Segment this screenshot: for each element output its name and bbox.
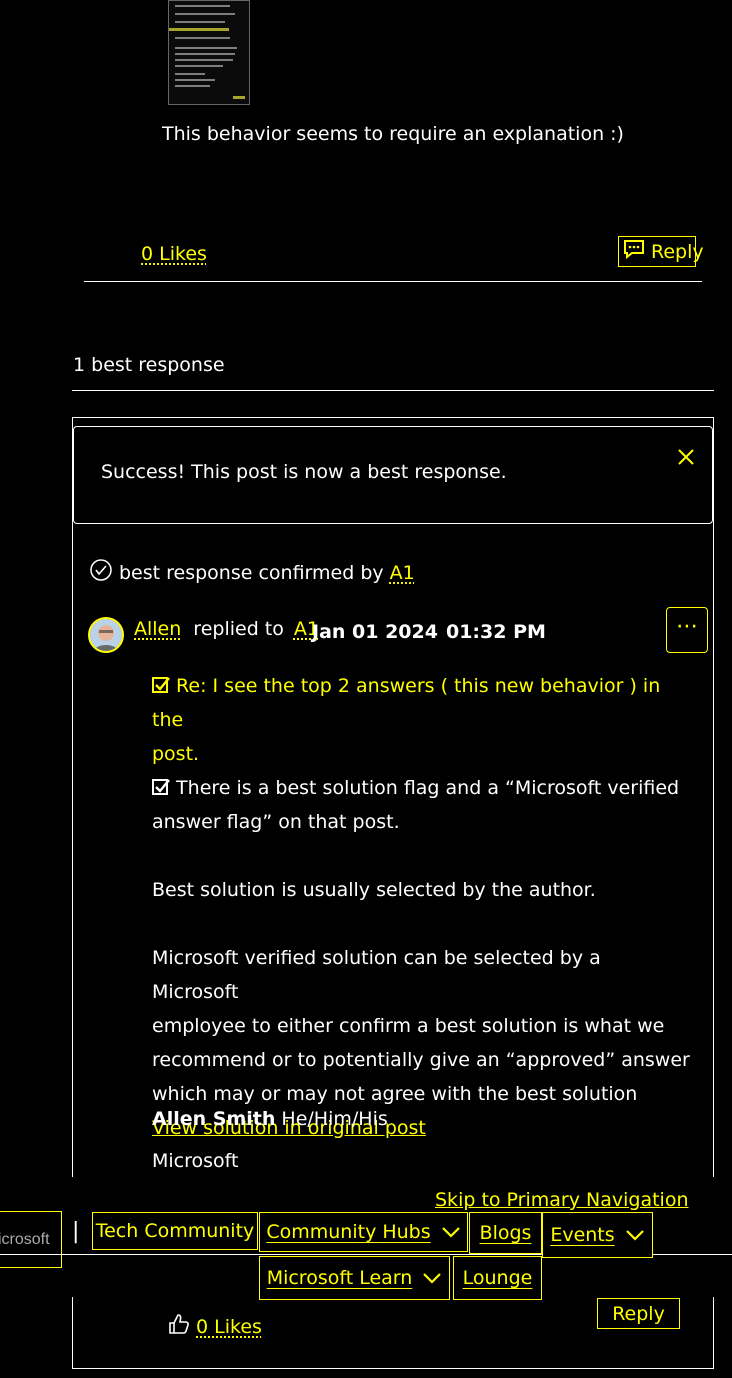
nav-blogs[interactable]: Blogs	[469, 1212, 542, 1254]
signature-pronouns: He/Him/His	[281, 1108, 388, 1130]
more-options-button[interactable]: ⋯	[666, 607, 708, 653]
comment-icon	[623, 239, 645, 264]
best-response-heading: 1 best response	[73, 354, 225, 376]
paragraph-line: employee to either confirm a best soluti…	[152, 1015, 665, 1037]
confirmed-text: best response confirmed by	[119, 561, 384, 584]
likes-link[interactable]: 0 Likes	[196, 1316, 262, 1338]
nav-community-hubs[interactable]: Community Hubs	[259, 1212, 468, 1252]
paragraph-line: Microsoft verified solution can be selec…	[152, 947, 601, 1003]
flag-line-2: answer flag” on that post.	[152, 811, 400, 833]
nav-events[interactable]: Events	[542, 1212, 653, 1258]
reply-label: Reply	[651, 240, 704, 263]
post-date: Jan 01 2024	[312, 621, 438, 643]
signature-company: Microsoft	[152, 1150, 239, 1172]
paragraph: Best solution is usually selected by the…	[152, 879, 596, 901]
chevron-down-icon	[625, 1224, 645, 1246]
flag-line: There is a best solution flag and a “Mic…	[152, 771, 692, 805]
microsoft-logo-link[interactable]: icrosoft	[0, 1211, 62, 1268]
quote-line: Re: I see the top 2 answers ( this new b…	[152, 675, 661, 731]
chevron-down-icon	[441, 1221, 461, 1243]
checkbox-icon	[152, 777, 176, 799]
likes-link[interactable]: 0 Likes	[141, 243, 207, 265]
replied-to-label: replied to	[193, 618, 284, 640]
post-time: 01:32 PM	[445, 621, 546, 643]
toast-message: Success! This post is now a best respons…	[101, 461, 507, 483]
post-screenshot-image[interactable]	[168, 0, 250, 105]
reply-button[interactable]: Reply	[618, 236, 704, 267]
chevron-down-icon	[422, 1267, 442, 1289]
signature-name: Allen Smith	[152, 1108, 276, 1130]
paragraph-line: recommend or to potentially give an “app…	[152, 1049, 690, 1071]
logo-text: icrosoft	[0, 1231, 50, 1248]
author-link[interactable]: Allen	[134, 618, 181, 640]
check-circle-icon	[89, 558, 113, 587]
checkbox-icon	[152, 675, 176, 697]
divider	[72, 390, 714, 391]
divider	[84, 281, 702, 282]
quote-line-2: post.	[152, 743, 200, 765]
paragraph-line: which may or may not agree with the best…	[152, 1083, 638, 1105]
site-title-link[interactable]: Tech Community	[92, 1212, 258, 1250]
ellipsis-icon: ⋯	[676, 614, 698, 639]
reply-button[interactable]: Reply	[597, 1298, 680, 1329]
close-icon[interactable]	[676, 447, 696, 471]
post-text: This behavior seems to require an explan…	[162, 123, 624, 145]
thumbs-up-icon[interactable]	[168, 1313, 190, 1340]
confirmed-user-link[interactable]: A1	[390, 562, 415, 584]
header-separator: |	[72, 1219, 80, 1244]
nav-microsoft-learn[interactable]: Microsoft Learn	[259, 1256, 450, 1300]
nav-lounge[interactable]: Lounge	[453, 1256, 542, 1300]
success-toast: Success! This post is now a best respons…	[73, 426, 713, 524]
skip-navigation-link[interactable]: Skip to Primary Navigation	[435, 1189, 689, 1211]
post-timestamp: Jan 01 2024 01:32 PM	[312, 621, 546, 643]
avatar[interactable]	[88, 617, 124, 653]
